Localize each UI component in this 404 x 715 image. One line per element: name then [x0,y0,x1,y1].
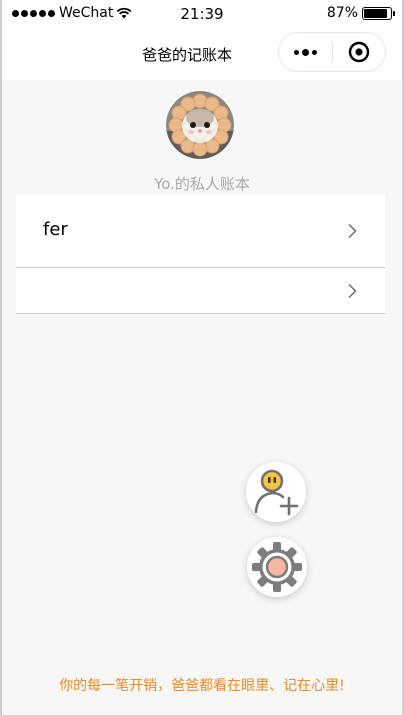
list-item[interactable]: fer [16,195,385,268]
list-item[interactable] [16,268,385,314]
add-user-icon [254,469,299,516]
more-dots-icon[interactable] [279,33,332,71]
profile-name: Yo.的私人账本 [154,175,250,193]
settings-button[interactable] [247,537,307,597]
mini-program-close-icon[interactable] [332,33,385,71]
gear-icon [252,542,302,592]
nav-bar: 爸爸的记账本 [2,28,402,80]
status-right: 87% [326,5,395,21]
battery-icon [362,6,395,20]
mini-program-capsule [278,32,386,72]
battery-percent: 87% [326,5,358,21]
battery-level-fill [364,8,387,18]
add-member-button[interactable] [246,462,306,522]
chevron-right-icon [348,284,357,298]
footer-slogan: 你的每一笔开销，爸爸都看在眼里、记在心里! [59,678,345,694]
chevron-right-icon [348,224,357,238]
hamster-avatar [166,91,234,159]
status-bar: WeChat 21:39 87% [2,0,402,28]
list-item-label: fer [43,219,68,240]
page-title: 爸爸的记账本 [142,46,233,64]
avatar[interactable] [166,91,234,159]
frame-edge-left [0,0,2,715]
